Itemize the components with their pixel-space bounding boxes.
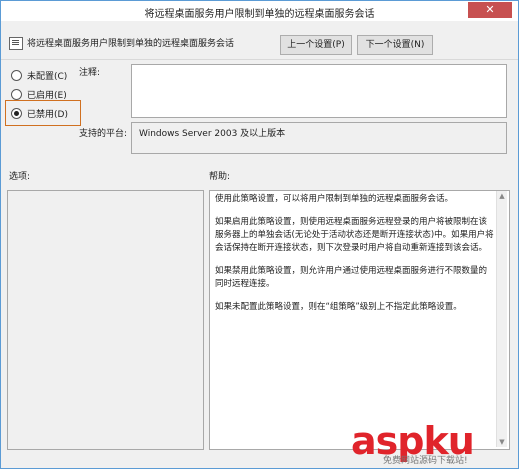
platform-value: Windows Server 2003 及以上版本 [139,129,286,139]
scroll-up-icon[interactable]: ▲ [498,192,506,200]
next-setting-button[interactable]: 下一个设置(N) [357,35,433,55]
help-paragraph: 如果启用此策略设置，则使用远程桌面服务远程登录的用户将被限制在该服务器上的单独会… [215,217,494,253]
help-scrollbar[interactable]: ▲ ▼ [496,191,507,447]
close-button[interactable]: ✕ [468,2,512,18]
help-paragraph: 如果未配置此策略设置，则在“组策略”级别上不指定此策略设置。 [215,302,462,312]
policy-icon [9,37,23,50]
platform-label: 支持的平台: [79,129,128,139]
radio-not-configured-label: 未配置(C) [27,72,68,82]
window-title: 将远程桌面服务用户限制到单独的远程桌面服务会话 [144,9,375,20]
help-label: 帮助: [209,172,231,182]
title-bar: 将远程桌面服务用户限制到单独的远程桌面服务会话 ✕ [1,1,518,21]
help-text: 使用此策略设置，可以将用户限制到单独的远程桌面服务会话。 如果启用此策略设置，则… [211,191,499,447]
options-label: 选项: [9,172,31,182]
policy-name: 将远程桌面服务用户限制到单独的远程桌面服务会话 [27,39,235,49]
watermark-subtitle: 免费网站源码下载站! [383,456,468,466]
comment-label: 注释: [79,68,101,78]
policy-dialog: 将远程桌面服务用户限制到单独的远程桌面服务会话 ✕ 将远程桌面服务用户限制到单独… [0,0,519,469]
radio-disabled-label: 已禁用(D) [27,110,68,120]
divider [1,59,518,60]
radio-disabled-indicator[interactable] [11,108,22,119]
help-paragraph: 如果禁用此策略设置，则允许用户通过使用远程桌面服务进行不限数量的同时远程连接。 [215,266,488,289]
radio-disabled[interactable]: 已禁用(D) [11,107,68,120]
scroll-down-icon[interactable]: ▼ [498,438,506,446]
help-paragraph: 使用此策略设置，可以将用户限制到单独的远程桌面服务会话。 [215,194,454,204]
radio-enabled-indicator[interactable] [11,89,22,100]
prev-setting-button[interactable]: 上一个设置(P) [280,35,352,55]
options-pane [7,190,204,450]
radio-not-configured[interactable]: 未配置(C) [11,69,67,82]
radio-not-configured-indicator[interactable] [11,70,22,81]
comment-textarea[interactable] [131,64,507,118]
